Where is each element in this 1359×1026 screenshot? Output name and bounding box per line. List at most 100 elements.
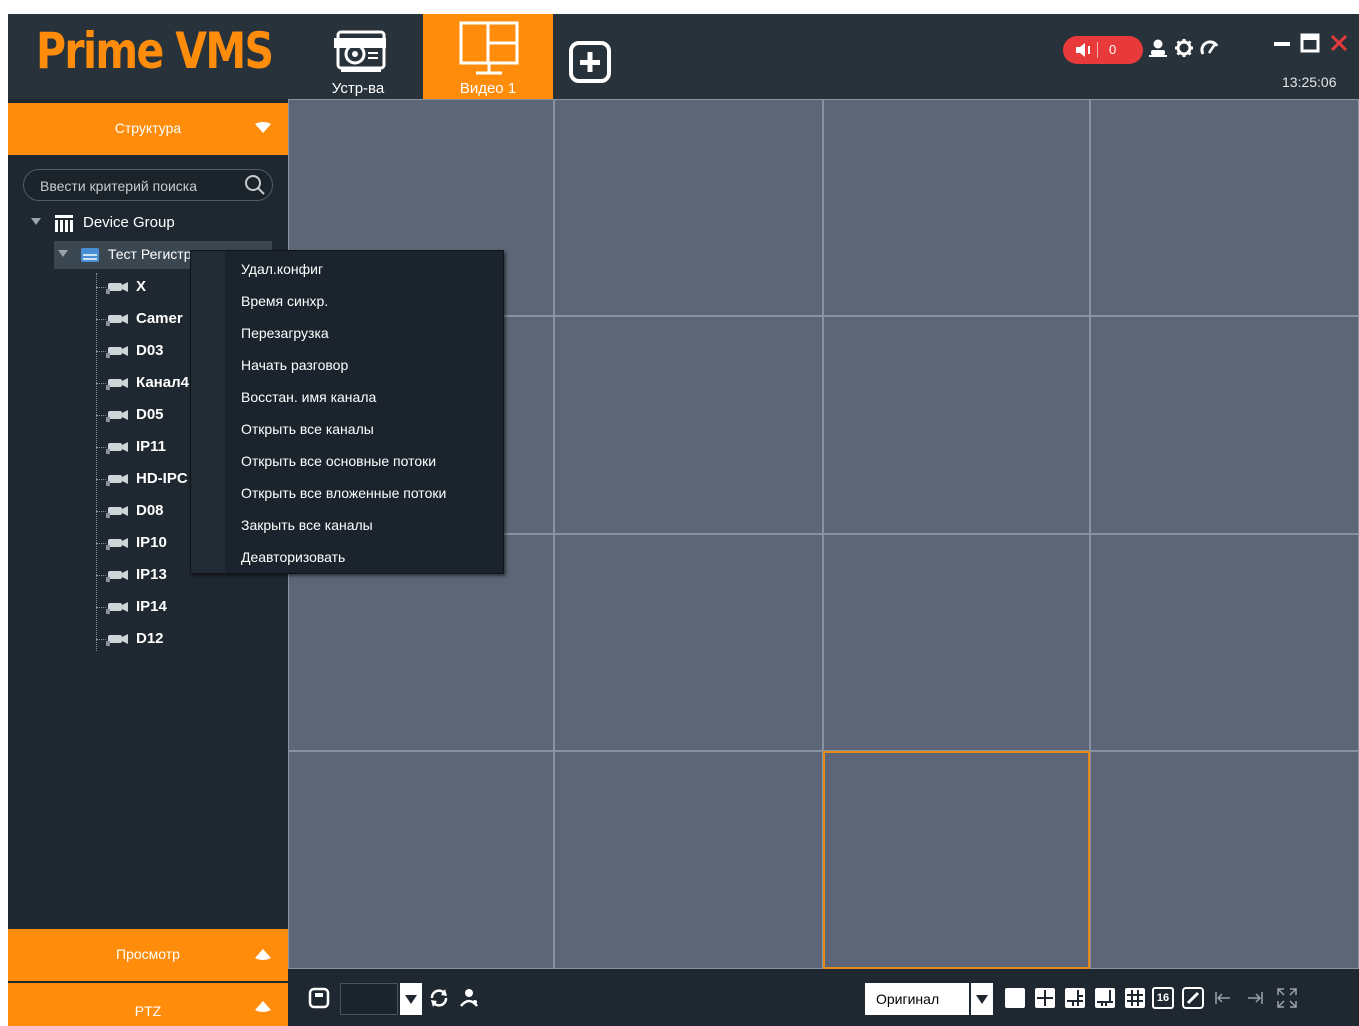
dropdown-icon bbox=[405, 995, 417, 1004]
context-menu-item[interactable]: Время синхр. bbox=[241, 291, 496, 323]
video-cell[interactable] bbox=[1090, 99, 1359, 316]
layout-4-icon[interactable] bbox=[1034, 987, 1056, 1009]
close-icon[interactable] bbox=[1328, 32, 1350, 54]
tab-devices[interactable]: Устр-ва bbox=[293, 14, 423, 99]
user-icon[interactable] bbox=[1148, 38, 1168, 58]
tree-channel-label: HD-IPC bbox=[136, 470, 188, 487]
tab-video-1[interactable]: Видео 1 bbox=[423, 14, 553, 99]
context-menu-item[interactable]: Восстан. имя канала bbox=[241, 387, 496, 419]
app-logo: Prime VMS bbox=[36, 22, 274, 80]
tree-channel-label: D03 bbox=[136, 342, 164, 359]
tree-channel-label: D12 bbox=[136, 630, 164, 647]
plus-icon[interactable] bbox=[568, 40, 612, 84]
context-menu-item[interactable]: Удал.конфиг bbox=[241, 259, 496, 291]
save-icon[interactable] bbox=[308, 987, 330, 1009]
context-menu-item[interactable]: Начать разговор bbox=[241, 355, 496, 387]
context-menu-item[interactable]: Открыть все основные потоки bbox=[241, 451, 496, 483]
camera-icon bbox=[106, 410, 128, 422]
speaker-icon bbox=[1076, 43, 1090, 57]
ptz-panel-header[interactable]: PTZ bbox=[8, 983, 288, 1026]
ptz-title: PTZ bbox=[134, 1003, 162, 1019]
prev-page-icon[interactable] bbox=[1212, 987, 1234, 1009]
header-bar: Prime VMS Устр-ва Видео 1 0 13:25:06 bbox=[8, 14, 1359, 99]
app-window: Prime VMS Устр-ва Видео 1 0 13:25:06 Стр… bbox=[8, 14, 1359, 1026]
device-group-icon bbox=[55, 215, 73, 232]
layout-16-icon[interactable]: 16 bbox=[1152, 987, 1174, 1009]
custom-layout-icon[interactable] bbox=[1182, 987, 1204, 1009]
tab-devices-label: Устр-ва bbox=[331, 80, 385, 97]
camera-icon bbox=[106, 442, 128, 454]
stream-mode-dropdown[interactable] bbox=[971, 983, 993, 1015]
video-cell[interactable] bbox=[823, 534, 1090, 751]
rotate-icon[interactable] bbox=[428, 987, 450, 1009]
tree-root-label: Device Group bbox=[83, 214, 175, 231]
bottom-toolbar: Оригинал 16 bbox=[288, 969, 1359, 1026]
view-title: Просмотр bbox=[116, 946, 180, 962]
structure-title: Структура bbox=[114, 120, 182, 136]
camera-icon bbox=[106, 602, 128, 614]
camera-icon bbox=[106, 570, 128, 582]
camera-icon bbox=[106, 506, 128, 518]
camera-icon bbox=[106, 634, 128, 646]
tree-channel-item[interactable]: IP14 bbox=[104, 593, 274, 621]
video-cell[interactable] bbox=[1090, 534, 1359, 751]
camera-icon bbox=[106, 346, 128, 358]
chevron-down-icon bbox=[255, 122, 271, 133]
video-cell[interactable] bbox=[288, 751, 554, 969]
structure-panel-header[interactable]: Структура bbox=[8, 103, 288, 155]
video-cell[interactable] bbox=[823, 99, 1090, 316]
preset-input[interactable] bbox=[340, 983, 398, 1015]
tree-channel-label: IP10 bbox=[136, 534, 167, 551]
context-menu-item[interactable]: Открыть все каналы bbox=[241, 419, 496, 451]
tree-channel-label: Канал4 bbox=[136, 374, 189, 391]
tree-guide-line bbox=[96, 273, 97, 651]
preset-dropdown[interactable] bbox=[400, 983, 422, 1015]
tree-channel-label: D08 bbox=[136, 502, 164, 519]
tree-channel-item[interactable]: D12 bbox=[104, 625, 274, 653]
camera-icon bbox=[106, 314, 128, 326]
view-panel-header[interactable]: Просмотр bbox=[8, 929, 288, 981]
tree-device-label: Тест Регистр bbox=[108, 246, 192, 262]
search-icon[interactable] bbox=[244, 174, 266, 196]
layout-9-icon[interactable] bbox=[1124, 987, 1146, 1009]
stream-mode-select[interactable]: Оригинал bbox=[865, 983, 969, 1015]
fullscreen-icon[interactable] bbox=[1276, 987, 1298, 1009]
camera-icon bbox=[106, 282, 128, 294]
video-cell[interactable] bbox=[1090, 316, 1359, 534]
tree-channel-label: X bbox=[136, 278, 147, 295]
layout-8-icon[interactable] bbox=[1094, 987, 1116, 1009]
gear-icon[interactable] bbox=[1174, 38, 1194, 58]
next-page-icon[interactable] bbox=[1244, 987, 1266, 1009]
video-cell[interactable] bbox=[1090, 751, 1359, 969]
context-menu-item[interactable]: Открыть все вложенные потоки bbox=[241, 483, 496, 515]
person-pin-icon[interactable] bbox=[458, 987, 480, 1009]
context-menu-item[interactable]: Закрыть все каналы bbox=[241, 515, 496, 547]
context-menu-item[interactable]: Перезагрузка bbox=[241, 323, 496, 355]
video-cell[interactable] bbox=[554, 316, 823, 534]
layout-1-icon[interactable] bbox=[1004, 987, 1026, 1009]
video-cell[interactable] bbox=[554, 534, 823, 751]
layout-6-icon[interactable] bbox=[1064, 987, 1086, 1009]
video-cell[interactable] bbox=[823, 316, 1090, 534]
clock: 13:25:06 bbox=[1282, 74, 1337, 90]
video-cell[interactable] bbox=[823, 751, 1090, 969]
tab-video-label: Видео 1 bbox=[459, 80, 517, 97]
tree-channel-label: Camer bbox=[136, 310, 183, 327]
dropdown-icon bbox=[976, 995, 988, 1004]
context-menu-item[interactable]: Деавторизовать bbox=[241, 547, 496, 579]
alarm-indicator[interactable]: 0 bbox=[1063, 36, 1143, 64]
video-cell[interactable] bbox=[554, 99, 823, 316]
search-input[interactable] bbox=[38, 175, 242, 197]
tree-channel-label: IP14 bbox=[136, 598, 167, 615]
dashboard-icon[interactable] bbox=[1200, 38, 1220, 58]
chevron-up-icon bbox=[255, 1001, 271, 1012]
camera-icon bbox=[106, 538, 128, 550]
minimize-icon[interactable] bbox=[1271, 32, 1293, 54]
video-cell[interactable] bbox=[554, 751, 823, 969]
expand-arrow-icon[interactable] bbox=[58, 250, 68, 258]
tree-channel-label: IP13 bbox=[136, 566, 167, 583]
maximize-icon[interactable] bbox=[1299, 32, 1321, 54]
tree-root-device-group[interactable]: Device Group bbox=[28, 209, 278, 237]
tree-channel-label: D05 bbox=[136, 406, 164, 423]
expand-arrow-icon[interactable] bbox=[31, 218, 41, 226]
